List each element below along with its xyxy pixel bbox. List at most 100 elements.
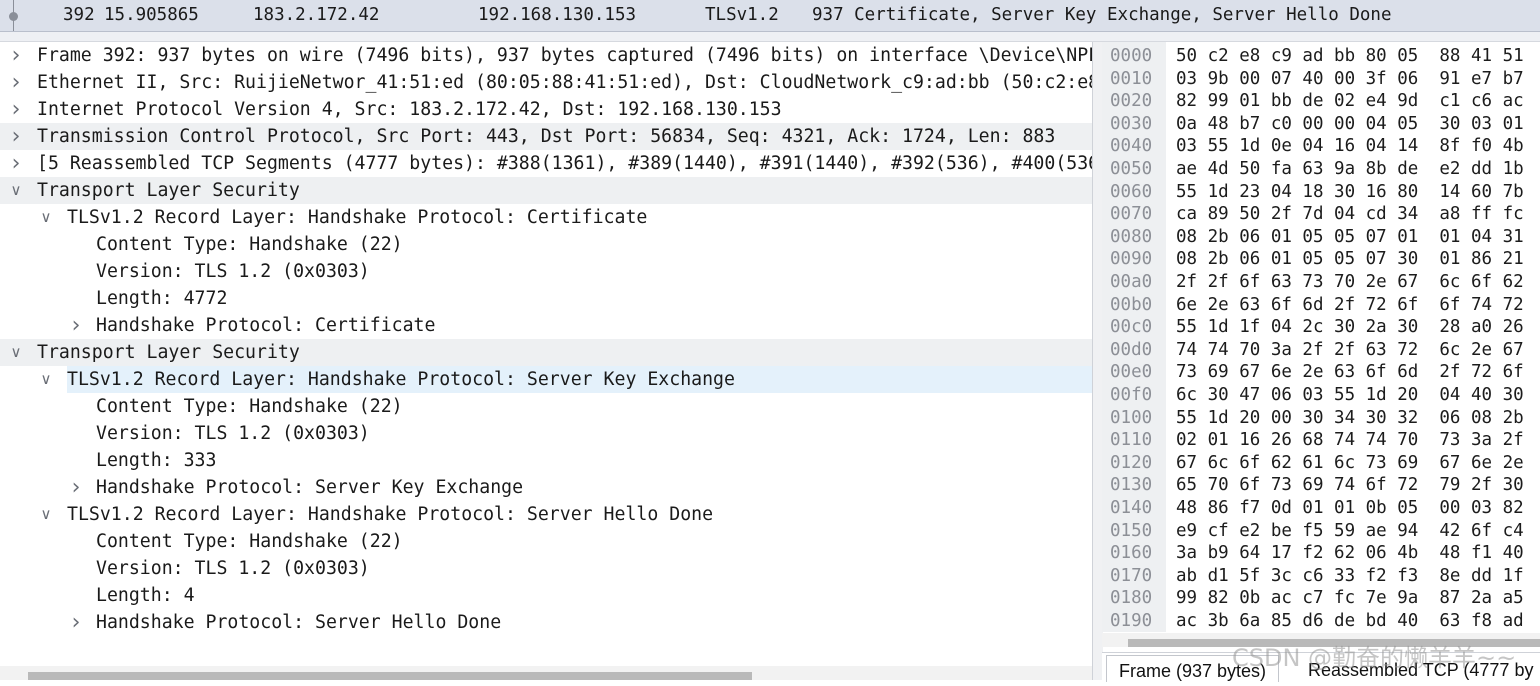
chevron-right-icon[interactable]: › xyxy=(68,312,84,339)
hex-row[interactable]: 0100 55 1d 20 00 30 34 30 32 06 08 2b xyxy=(1102,407,1540,430)
details-horizontal-scrollbar[interactable] xyxy=(0,666,1092,680)
hex-row[interactable]: 00e0 73 69 67 6e 2e 63 6f 6d 2f 72 6f xyxy=(1102,361,1540,384)
hex-offset: 00d0 xyxy=(1110,339,1153,360)
packet-details-tree: › Frame 392: 937 bytes on wire (7496 bits… xyxy=(0,42,1092,666)
chevron-right-icon[interactable]: › xyxy=(8,69,24,96)
hex-row[interactable]: 00a0 2f 2f 6f 63 73 70 2e 67 6c 6f 62 xyxy=(1102,271,1540,294)
hex-offset: 0050 xyxy=(1110,159,1153,179)
hex-bytes: 74 74 70 3a 2f 2f 63 72 6c 2e 67 xyxy=(1176,339,1524,360)
hex-bytes: 6e 2e 63 6f 6d 2f 72 6f 6f 74 72 xyxy=(1176,294,1524,315)
tree-row[interactable]: Length: 4 xyxy=(0,582,1092,609)
packet-number: 392 xyxy=(63,5,95,25)
chevron-right-icon[interactable]: › xyxy=(8,150,24,177)
hex-row[interactable]: 00c0 55 1d 1f 04 2c 30 2a 30 28 a0 26 xyxy=(1102,316,1540,339)
tree-row[interactable]: › Frame 392: 937 bytes on wire (7496 bits… xyxy=(0,42,1092,69)
tree-row[interactable]: Content Type: Handshake (22) xyxy=(0,528,1092,555)
hex-row[interactable]: 0140 48 86 f7 0d 01 01 0b 05 00 03 82 xyxy=(1102,497,1540,520)
hex-row[interactable]: 0090 08 2b 06 01 05 05 07 30 01 86 21 xyxy=(1102,248,1540,271)
hex-row[interactable]: 0080 08 2b 06 01 05 05 07 01 01 04 31 xyxy=(1102,226,1540,249)
hex-row[interactable]: 0180 99 82 0b ac c7 fc 7e 9a 87 2a a5 xyxy=(1102,587,1540,610)
chevron-down-icon[interactable]: ∨ xyxy=(38,501,54,528)
hex-row[interactable]: 0070 ca 89 50 2f 7d 04 cd 34 a8 ff fc xyxy=(1102,203,1540,226)
chevron-right-icon[interactable]: › xyxy=(8,123,24,150)
hex-offset: 0190 xyxy=(1110,611,1153,631)
tree-row-label: Transport Layer Security xyxy=(37,180,300,201)
chevron-down-icon[interactable]: ∨ xyxy=(38,366,54,393)
hex-row[interactable]: 0000 50 c2 e8 c9 ad bb 80 05 88 41 51 xyxy=(1102,45,1540,68)
tree-row-label: Version: TLS 1.2 (0x0303) xyxy=(96,558,370,579)
packet-list-row[interactable]: 392 15.905865 183.2.172.42 192.168.130.1… xyxy=(0,0,1540,32)
hex-bytes: 3a b9 64 17 f2 62 06 4b 48 f1 40 xyxy=(1176,543,1524,564)
tree-row-label: TLSv1.2 Record Layer: Handshake Protocol… xyxy=(67,207,648,228)
chevron-right-icon[interactable]: › xyxy=(8,42,24,69)
hex-bytes: 02 01 16 26 68 74 74 70 73 3a 2f xyxy=(1176,430,1524,451)
tree-row[interactable]: › [5 Reassembled TCP Segments (4777 bytes… xyxy=(0,150,1092,177)
hex-bytes: 0a 48 b7 c0 00 00 04 05 30 03 01 xyxy=(1176,113,1524,134)
hex-row[interactable]: 0190 ac 3b 6a 85 d6 de bd 40 63 f8 ad xyxy=(1102,610,1540,632)
chevron-down-icon[interactable]: ∨ xyxy=(8,339,24,366)
tree-row[interactable]: ∨ TLSv1.2 Record Layer: Handshake Protoco… xyxy=(0,501,1092,528)
details-scrollbar-thumb[interactable] xyxy=(28,672,752,680)
tree-row[interactable]: › Handshake Protocol: Certificate xyxy=(0,312,1092,339)
hex-offset: 00c0 xyxy=(1110,317,1153,338)
hex-offset: 0130 xyxy=(1110,475,1153,496)
hex-row[interactable]: 0110 02 01 16 26 68 74 74 70 73 3a 2f xyxy=(1102,429,1540,452)
packet-destination: 192.168.130.153 xyxy=(478,5,637,25)
hex-offset: 0140 xyxy=(1110,498,1153,518)
tree-row[interactable]: Length: 4772 xyxy=(0,285,1092,312)
hex-row[interactable]: 0160 3a b9 64 17 f2 62 06 4b 48 f1 40 xyxy=(1102,542,1540,565)
hex-offset: 00e0 xyxy=(1110,362,1153,383)
hex-row[interactable]: 00d0 74 74 70 3a 2f 2f 63 72 6c 2e 67 xyxy=(1102,339,1540,362)
hex-row[interactable]: 0120 67 6c 6f 62 61 6c 73 69 67 6e 2e xyxy=(1102,452,1540,475)
tree-row[interactable]: Version: TLS 1.2 (0x0303) xyxy=(0,420,1092,447)
hex-row[interactable]: 0130 65 70 6f 73 69 74 6f 72 79 2f 30 xyxy=(1102,474,1540,497)
tree-row[interactable]: ∨ TLSv1.2 Record Layer: Handshake Protoco… xyxy=(0,204,1092,231)
hex-offset: 0070 xyxy=(1110,204,1153,225)
hex-row[interactable]: 0030 0a 48 b7 c0 00 00 04 05 30 03 01 xyxy=(1102,113,1540,136)
hex-offset: 0110 xyxy=(1110,430,1153,451)
tree-row-label: Handshake Protocol: Certificate xyxy=(96,315,436,336)
tree-row[interactable]: › Ethernet II, Src: RuijieNetwor_41:51:ed… xyxy=(0,69,1092,96)
chevron-down-icon[interactable]: ∨ xyxy=(38,204,54,231)
tree-row[interactable]: › Handshake Protocol: Server Hello Done xyxy=(0,609,1092,636)
tree-row[interactable]: › Internet Protocol Version 4, Src: 183.2… xyxy=(0,96,1092,123)
chevron-right-icon[interactable]: › xyxy=(68,474,84,501)
tree-row[interactable]: ∨ TLSv1.2 Record Layer: Handshake Protoco… xyxy=(0,366,1092,393)
chevron-right-icon[interactable]: › xyxy=(8,96,24,123)
hex-offset: 00f0 xyxy=(1110,385,1153,405)
hex-row[interactable]: 0040 03 55 1d 0e 04 16 04 14 8f f0 4b xyxy=(1102,135,1540,158)
tree-row[interactable]: Version: TLS 1.2 (0x0303) xyxy=(0,258,1092,285)
hex-offset: 0020 xyxy=(1110,91,1153,112)
tree-row[interactable]: Content Type: Handshake (22) xyxy=(0,231,1092,258)
packet-marker-dot xyxy=(9,12,18,21)
hex-row[interactable]: 0170 ab d1 5f 3c c6 33 f2 f3 8e dd 1f xyxy=(1102,565,1540,588)
hex-bytes: 82 99 01 bb de 02 e4 9d c1 c6 ac xyxy=(1176,91,1524,112)
hex-offset: 0080 xyxy=(1110,226,1153,247)
tree-row[interactable]: › Transmission Control Protocol, Src Port… xyxy=(0,123,1092,150)
packet-info: 937 Certificate, Server Key Exchange, Se… xyxy=(812,5,1392,25)
tree-row-label: TLSv1.2 Record Layer: Handshake Protocol… xyxy=(67,504,714,525)
pane-splitter-horizontal[interactable] xyxy=(0,32,1540,42)
hex-row[interactable]: 00f0 6c 30 47 06 03 55 1d 20 04 40 30 xyxy=(1102,384,1540,407)
packet-bytes-pane: 0000 50 c2 e8 c9 ad bb 80 05 88 41 51 0010… xyxy=(1102,42,1540,632)
hex-bytes: 55 1d 20 00 30 34 30 32 06 08 2b xyxy=(1176,407,1524,428)
hex-row[interactable]: 0060 55 1d 23 04 18 30 16 80 14 60 7b xyxy=(1102,181,1540,204)
tree-row[interactable]: › Handshake Protocol: Server Key Exchange xyxy=(0,474,1092,501)
hex-offset: 0000 xyxy=(1110,46,1153,66)
tree-row-label: Content Type: Handshake (22) xyxy=(96,234,403,255)
tree-row[interactable]: Content Type: Handshake (22) xyxy=(0,393,1092,420)
tree-row[interactable]: Version: TLS 1.2 (0x0303) xyxy=(0,555,1092,582)
hex-bytes: ac 3b 6a 85 d6 de bd 40 63 f8 ad xyxy=(1176,611,1524,631)
tree-row-label: Transmission Control Protocol, Src Port:… xyxy=(37,126,1056,147)
hex-row[interactable]: 0150 e9 cf e2 be f5 59 ae 94 42 6f c4 xyxy=(1102,520,1540,543)
tree-row[interactable]: Length: 333 xyxy=(0,447,1092,474)
chevron-right-icon[interactable]: › xyxy=(68,609,84,636)
tree-row-label: Ethernet II, Src: RuijieNetwor_41:51:ed … xyxy=(37,72,1092,93)
hex-row[interactable]: 0020 82 99 01 bb de 02 e4 9d c1 c6 ac xyxy=(1102,90,1540,113)
tree-row[interactable]: ∨ Transport Layer Security xyxy=(0,339,1092,366)
hex-row[interactable]: 0010 03 9b 00 07 40 00 3f 06 91 e7 b7 xyxy=(1102,68,1540,91)
tree-row[interactable]: ∨ Transport Layer Security xyxy=(0,177,1092,204)
chevron-down-icon[interactable]: ∨ xyxy=(8,177,24,204)
hex-row[interactable]: 0050 ae 4d 50 fa 63 9a 8b de e2 dd 1b xyxy=(1102,158,1540,181)
hex-row[interactable]: 00b0 6e 2e 63 6f 6d 2f 72 6f 6f 74 72 xyxy=(1102,294,1540,317)
